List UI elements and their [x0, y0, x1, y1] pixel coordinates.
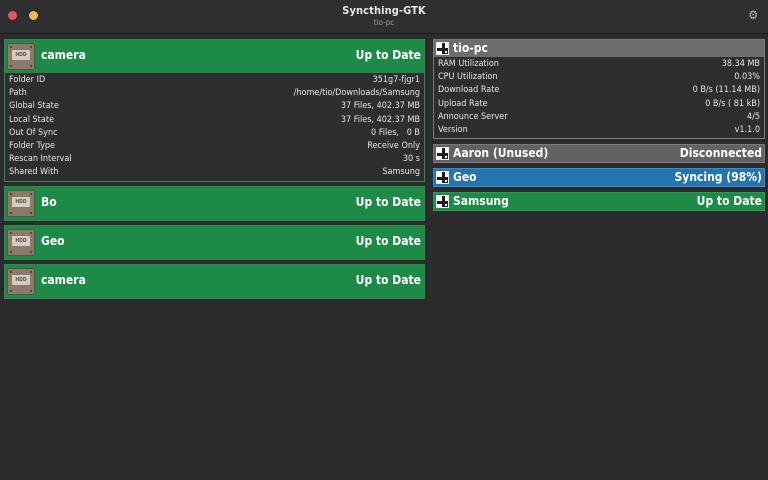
- detail-label: Upload Rate: [438, 98, 488, 109]
- detail-value: 30 s: [402, 154, 420, 165]
- detail-row-ram: RAM Utilization 38.34 MB: [438, 58, 760, 71]
- detail-value: v1.1.0: [734, 124, 760, 135]
- detail-value: 38.34 MB: [721, 59, 760, 69]
- hdd-icon: HDD: [7, 267, 35, 295]
- device-header[interactable]: tio-pc: [434, 40, 764, 57]
- detail-value: 37 Files, 402.37 MB: [340, 101, 420, 112]
- detail-row-announce-server: Announce Server 4/5: [438, 111, 760, 124]
- detail-label: Rescan Interval: [9, 154, 72, 165]
- qr-identicon-icon: [436, 42, 449, 55]
- folder-camera-2[interactable]: HDD camera Up to Date: [4, 263, 425, 299]
- detail-row-folder-type: Folder Type Receive Only: [9, 140, 420, 153]
- detail-value: 0 B/s (11.14 MB): [692, 85, 760, 96]
- detail-value: Receive Only: [367, 140, 420, 151]
- device-name: Geo: [453, 170, 477, 185]
- hdd-icon: HDD: [7, 228, 35, 256]
- detail-value: 37 Files, 402.37 MB: [340, 114, 420, 125]
- folder-status: Up to Date: [355, 272, 421, 287]
- window-subtitle: tio-pc: [373, 18, 395, 27]
- detail-row-out-of-sync: Out Of Sync 0 Files, 0 B: [9, 127, 420, 140]
- folder-name: Bo: [41, 194, 57, 209]
- detail-row-path: Path/home/tio/Downloads/Samsung: [9, 87, 420, 100]
- device-status: Up to Date: [696, 194, 762, 209]
- qr-identicon-icon: [436, 195, 449, 209]
- detail-label: Folder Type: [9, 140, 56, 151]
- window-title: Syncthing-GTK: [342, 4, 426, 17]
- detail-value: 4/5: [746, 111, 760, 122]
- detail-value: 0 B/s ( 81 kB): [705, 98, 760, 109]
- folder-status: Up to Date: [355, 194, 421, 209]
- detail-label: Local State: [9, 114, 54, 125]
- detail-label: Version: [438, 124, 468, 135]
- detail-row-folder-id: Folder ID 351g7-fjgr1: [9, 74, 420, 87]
- detail-label: Shared With: [9, 167, 59, 178]
- detail-value: 351g7-fjgr1: [372, 75, 420, 85]
- detail-label: Out Of Sync: [9, 127, 58, 138]
- device-local-tio-pc[interactable]: tio-pc RAM Utilization 38.34 MB CPU Utili…: [433, 39, 765, 140]
- detail-label: Announce Server: [438, 111, 508, 122]
- qr-identicon-icon: [436, 171, 449, 185]
- device-name: tio-pc: [453, 41, 488, 55]
- folder-header[interactable]: HDD Geo Up to Date: [5, 225, 424, 259]
- device-name: Aaron (Unused): [453, 146, 549, 161]
- detail-row-shared-with: Shared With Samsung: [9, 166, 420, 179]
- folder-geo[interactable]: HDD Geo Up to Date: [4, 224, 425, 260]
- detail-value: 0.03%: [734, 72, 760, 83]
- gear-icon[interactable]: ⚙: [748, 8, 758, 22]
- folder-name: Geo: [41, 233, 65, 248]
- detail-label: RAM Utilization: [438, 59, 499, 69]
- folder-header[interactable]: HDD camera Up to Date: [5, 264, 424, 298]
- device-status: Syncing (98%): [674, 170, 762, 185]
- folder-header[interactable]: HDD camera Up to Date: [5, 40, 424, 73]
- detail-value: /home/tio/Downloads/Samsung: [293, 88, 420, 99]
- device-samsung[interactable]: Samsung Up to Date: [433, 192, 765, 212]
- folder-camera[interactable]: HDD camera Up to Date Folder ID 351g7-fjg…: [4, 39, 425, 182]
- detail-row-cpu: CPU Utilization 0.03%: [438, 71, 760, 84]
- detail-value: 0 Files, 0 B: [371, 127, 420, 138]
- device-aaron[interactable]: Aaron (Unused) Disconnected: [433, 144, 765, 164]
- detail-label: CPU Utilization: [438, 72, 498, 83]
- folder-list: HDD camera Up to Date Folder ID 351g7-fjg…: [4, 39, 425, 303]
- detail-row-global-state: Global State 37 Files, 402.37 MB: [9, 100, 420, 113]
- folder-details: Folder ID 351g7-fjgr1 Path/home/tio/Downl…: [5, 73, 424, 181]
- folder-status: Up to Date: [355, 48, 421, 62]
- folder-status: Up to Date: [355, 233, 421, 248]
- hdd-icon: HDD: [7, 43, 35, 70]
- device-geo[interactable]: Geo Syncing (98%): [433, 168, 765, 188]
- detail-row-local-state: Local State 37 Files, 402.37 MB: [9, 114, 420, 127]
- device-status: Disconnected: [679, 146, 762, 161]
- detail-row-rescan-interval: Rescan Interval 30 s: [9, 153, 420, 166]
- device-details: RAM Utilization 38.34 MB CPU Utilization 0…: [434, 57, 764, 139]
- detail-label: Global State: [9, 101, 59, 112]
- device-list: tio-pc RAM Utilization 38.34 MB CPU Utili…: [433, 39, 765, 216]
- folder-header[interactable]: HDD Bo Up to Date: [5, 186, 424, 220]
- detail-label: Path: [9, 88, 27, 99]
- folder-name: camera: [41, 48, 86, 62]
- detail-value: Samsung: [382, 167, 420, 178]
- detail-label: Folder ID: [9, 75, 46, 85]
- title-bar: Syncthing-GTK tio-pc ⚙: [0, 0, 768, 34]
- device-name: Samsung: [453, 194, 509, 209]
- folder-bo[interactable]: HDD Bo Up to Date: [4, 185, 425, 221]
- detail-row-download-rate: Download Rate 0 B/s (11.14 MB): [438, 84, 760, 97]
- detail-row-version: Version v1.1.0: [438, 124, 760, 137]
- qr-identicon-icon: [436, 147, 449, 161]
- folder-name: camera: [41, 272, 86, 287]
- hdd-icon: HDD: [7, 189, 35, 217]
- detail-row-upload-rate: Upload Rate 0 B/s ( 81 kB): [438, 98, 760, 111]
- detail-label: Download Rate: [438, 85, 500, 96]
